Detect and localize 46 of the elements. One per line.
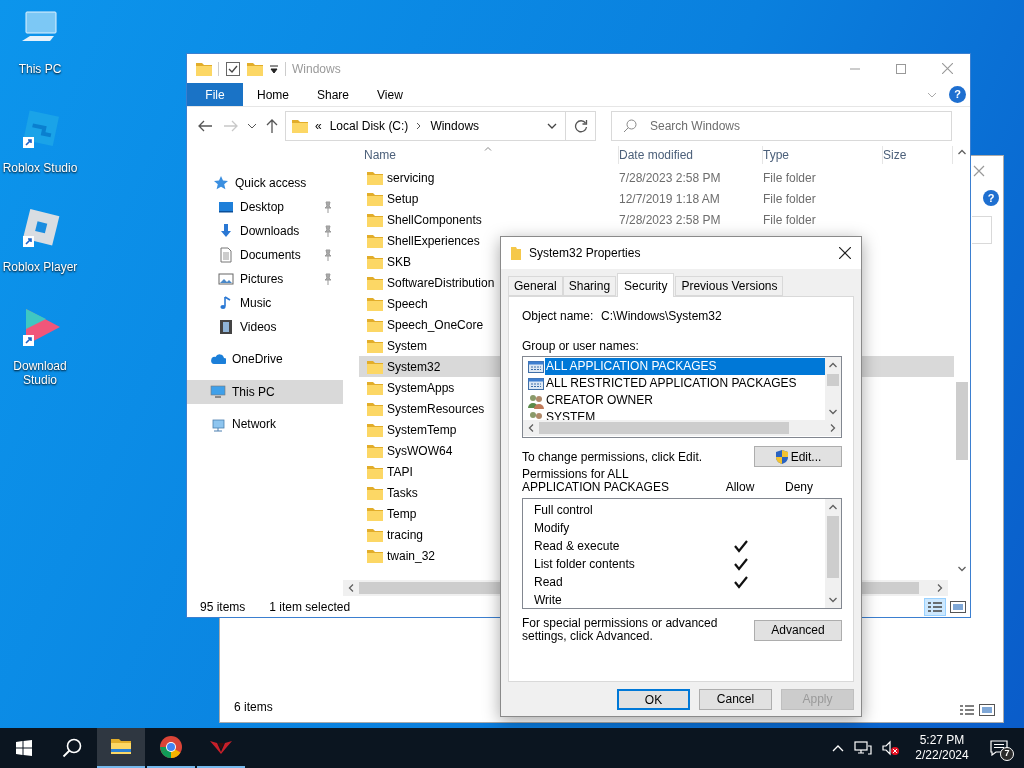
permissions-label: Permissions for ALL APPLICATION PACKAGES [522, 468, 670, 494]
notification-badge: 7 [1000, 747, 1014, 761]
object-name: C:\Windows\System32 [601, 308, 722, 325]
file-name: Speech [387, 295, 428, 313]
permission-name: Read & execute [533, 538, 621, 555]
file-name: SysWOW64 [387, 442, 453, 460]
column-label: Allow [725, 481, 755, 494]
file-name: Setup [387, 190, 419, 208]
field-label: Group or user names: [522, 339, 640, 353]
window-title: Windows [292, 60, 341, 78]
file-name: SoftwareDistribution [387, 274, 495, 292]
permission-name: List folder contents [533, 556, 636, 573]
file-name: TAPI [387, 463, 413, 481]
file-name: twain_32 [387, 547, 436, 565]
hint-text: To change permissions, click Edit. [522, 448, 703, 466]
permission-name: Full control [533, 502, 594, 519]
permission-name: Read [533, 574, 564, 591]
file-name: SystemTemp [387, 421, 457, 439]
file-name: Speech_OneCore [387, 316, 484, 334]
file-name: ShellExperiences [387, 232, 480, 250]
file-name: servicing [387, 169, 435, 187]
file-name: ShellComponents [387, 211, 482, 229]
file-name: System32 [387, 358, 441, 376]
permission-name: Write [533, 592, 563, 608]
file-name: tracing [387, 526, 424, 544]
file-type: File folder [763, 212, 816, 227]
status-text: 1 item selected [269, 598, 351, 616]
hint-text: For special permissions or advanced settings, click Advanced. [522, 617, 719, 643]
file-name: Temp [387, 505, 417, 523]
permission-name: Modify [533, 520, 571, 537]
file-name: SKB [387, 253, 411, 271]
file-type: File folder [763, 191, 816, 206]
file-name: System [387, 337, 427, 355]
file-name: SystemResources [387, 400, 485, 418]
column-label: Deny [785, 481, 813, 494]
date-modified: 12/7/2019 1:18 AM [619, 191, 720, 206]
date-modified: 7/28/2023 2:58 PM [619, 212, 721, 227]
file-name: Tasks [387, 484, 418, 502]
field-label: Object name: [522, 308, 595, 325]
date-modified: 7/28/2023 2:58 PM [619, 170, 721, 185]
status-text: 95 items [200, 598, 246, 616]
overflow-chevrons: « [315, 117, 322, 135]
dialog-title: System32 Properties [529, 245, 641, 262]
file-name: SystemApps [387, 379, 455, 397]
file-type: File folder [763, 170, 816, 185]
status-text: 6 items [234, 699, 273, 716]
